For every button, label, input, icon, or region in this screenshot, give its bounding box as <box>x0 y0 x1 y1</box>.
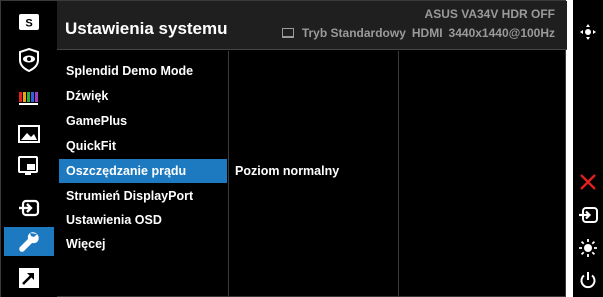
osd-panel: S Ustawienia systemu ASUS VA34V HDR OFF … <box>0 0 567 297</box>
submenu-detail <box>399 51 567 297</box>
pip-icon[interactable] <box>4 151 54 180</box>
submenu-item-normal-level[interactable]: Poziom normalny <box>229 159 399 183</box>
input-label: HDMI <box>411 26 443 40</box>
input-select-icon[interactable] <box>4 193 54 222</box>
system-setup-icon[interactable] <box>4 227 54 256</box>
color-icon[interactable] <box>4 83 54 112</box>
menu-item-displayport-stream[interactable]: Strumień DisplayPort <box>59 184 227 208</box>
menu-item-osd-setup[interactable]: Ustawienia OSD <box>59 208 227 232</box>
eye-care-icon[interactable] <box>4 45 54 74</box>
submenu-list: Poziom normalny <box>229 51 399 297</box>
shortcut-icon[interactable] <box>4 263 54 292</box>
input-icon[interactable] <box>573 203 603 227</box>
splendid-icon[interactable]: S <box>4 7 54 36</box>
menu-item-more[interactable]: Więcej <box>59 232 227 256</box>
page-title: Ustawienia systemu <box>65 19 228 38</box>
status-line: Tryb Standardowy HDMI 3440x1440@100Hz <box>281 26 555 40</box>
image-icon[interactable] <box>4 119 54 148</box>
control-strip <box>573 0 603 297</box>
menu-item-gameplus[interactable]: GamePlus <box>59 109 227 133</box>
menu-item-power-saving[interactable]: Oszczędzanie prądu <box>59 159 227 183</box>
menu-item-sound[interactable]: Dźwięk <box>59 84 227 108</box>
menu-item-quickfit[interactable]: QuickFit <box>59 134 227 158</box>
model-info: ASUS VA34V HDR OFF <box>424 7 555 21</box>
menu-list: Splendid Demo Mode Dźwięk GamePlus Quick… <box>57 51 229 297</box>
brightness-icon[interactable] <box>573 236 603 260</box>
mode-label: Tryb Standardowy <box>301 26 406 40</box>
main-menu-icons: S <box>1 1 57 297</box>
monitor-icon <box>281 28 294 38</box>
svg-text:S: S <box>25 17 32 29</box>
power-icon[interactable] <box>573 268 603 292</box>
resolution-label: 3440x1440@100Hz <box>448 26 555 40</box>
osd-header: Ustawienia systemu ASUS VA34V HDR OFF Tr… <box>57 1 567 50</box>
navigate-joystick-icon[interactable] <box>573 20 603 44</box>
menu-item-splendid-demo[interactable]: Splendid Demo Mode <box>59 59 227 83</box>
close-icon[interactable] <box>573 170 603 194</box>
